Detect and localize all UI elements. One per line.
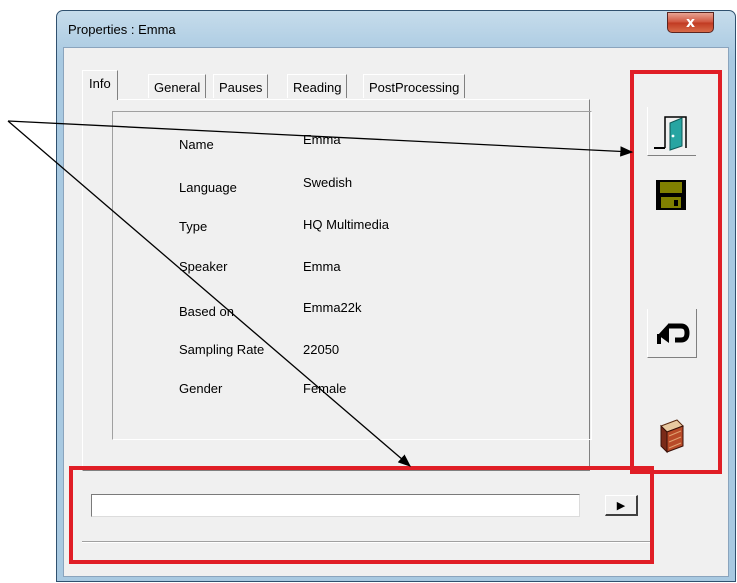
sampling-rate-value: 22050	[303, 342, 340, 357]
tab-postprocessing[interactable]: PostProcessing	[363, 74, 466, 98]
speaker-value: Emma	[303, 259, 341, 274]
toolbar-highlight-box	[630, 70, 722, 474]
tab-general[interactable]: General	[148, 74, 207, 98]
tab-reading[interactable]: Reading	[287, 74, 348, 98]
info-properties-box: Name Emma Language Swedish Type HQ Multi…	[112, 111, 592, 440]
tab-pauses[interactable]: Pauses	[213, 74, 269, 98]
based-on-value: Emma22k	[303, 300, 362, 315]
language-label: Language	[179, 180, 237, 195]
language-value: Swedish	[303, 175, 353, 190]
gender-value: Female	[303, 381, 347, 396]
name-label: Name	[179, 137, 214, 152]
tab-info[interactable]: Info	[82, 70, 118, 100]
based-on-label: Based on	[179, 304, 234, 319]
title-bar[interactable]: Properties : Emma x	[57, 11, 735, 47]
window-title: Properties : Emma	[68, 22, 176, 37]
sampling-rate-label: Sampling Rate	[179, 342, 265, 357]
close-icon: x	[685, 14, 696, 31]
close-button[interactable]: x	[667, 12, 714, 33]
type-label: Type	[179, 219, 208, 234]
type-value: HQ Multimedia	[303, 217, 389, 232]
info-tab-panel: Name Emma Language Swedish Type HQ Multi…	[82, 99, 592, 471]
speaker-label: Speaker	[179, 259, 228, 274]
input-area-highlight-box	[69, 466, 654, 564]
name-value: Emma	[303, 132, 341, 147]
gender-label: Gender	[179, 381, 223, 396]
